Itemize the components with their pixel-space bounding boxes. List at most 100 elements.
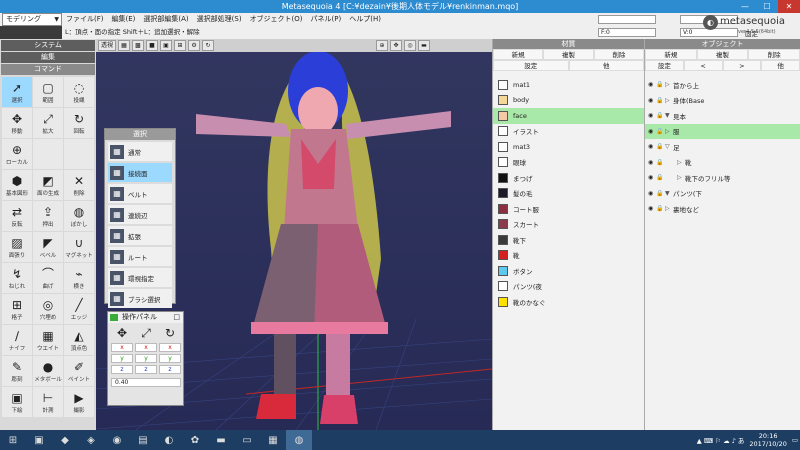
tool-0[interactable]: ➚ 選択 — [2, 77, 32, 107]
notification-icon[interactable]: ▭ — [792, 436, 798, 444]
app-icon-7[interactable]: ▦ — [260, 430, 286, 450]
object-duplicate-button[interactable]: 複製 — [696, 49, 749, 60]
expand-icon[interactable]: ▷ — [677, 174, 685, 181]
material-item[interactable]: mat1 — [493, 77, 644, 93]
expand-icon[interactable]: ▷ — [665, 97, 673, 104]
material-item[interactable]: イラスト — [493, 124, 644, 140]
object-item[interactable]: ◉ 🔒 ▷ 服 — [645, 123, 800, 139]
zoom-icon[interactable]: ⊕ — [376, 40, 389, 51]
tool-23[interactable]: ╱ エッジ — [64, 294, 94, 324]
eye-icon[interactable]: ◉ — [648, 205, 656, 212]
material-item[interactable]: 靴のかなぐ — [493, 294, 644, 310]
close-icon[interactable]: □ — [173, 312, 180, 323]
tool-29[interactable]: ✐ ペイント — [64, 356, 94, 386]
menu-selection-edit[interactable]: 選択部編集(A) — [139, 13, 192, 26]
value-field[interactable]: 0.40 — [111, 378, 181, 387]
lock-icon[interactable]: 🔒 — [656, 174, 665, 181]
explorer-icon[interactable]: ▤ — [130, 430, 156, 450]
tool-9[interactable]: ⬢ 基本図形 — [2, 170, 32, 200]
object-other-button[interactable]: 他 — [761, 60, 800, 71]
tool-25[interactable]: ▦ ウエイト — [33, 325, 63, 355]
object-item[interactable]: ◉ 🔒 ▷ 身体(Base — [645, 93, 800, 109]
tool-31[interactable]: ⊢ 計測 — [33, 387, 63, 417]
select-item[interactable]: ▦ 通常 — [108, 142, 172, 161]
tool-12[interactable]: ⇄ 反転 — [2, 201, 32, 231]
rotate-icon[interactable]: ↻ — [159, 325, 181, 341]
scale-y[interactable]: y — [135, 354, 157, 363]
material-settings-button[interactable]: 設定 — [493, 60, 569, 71]
menu-file[interactable]: ファイル(F) — [62, 13, 108, 26]
object-item[interactable]: ◉ 🔒 ▽ 足 — [645, 139, 800, 155]
wire-icon[interactable]: ▦ — [118, 40, 131, 51]
maximize-button[interactable]: ☐ — [756, 0, 778, 13]
tool-16[interactable]: ◤ ベベル — [33, 232, 63, 262]
object-new-button[interactable]: 新規 — [645, 49, 697, 60]
menu-edit[interactable]: 編集(E) — [108, 13, 140, 26]
expand-icon[interactable]: ▼ — [665, 112, 673, 119]
object-item[interactable]: ◉ 🔒 ▷ 首から上 — [645, 77, 800, 93]
tool-26[interactable]: ◭ 頂点色 — [64, 325, 94, 355]
tool-10[interactable]: ◩ 面の生成 — [33, 170, 63, 200]
select-item[interactable]: ▦ 環視指定 — [108, 268, 172, 287]
gear-icon[interactable]: ⚙ — [188, 40, 201, 51]
select-item[interactable]: ▦ ブラシ選択 — [108, 289, 172, 308]
object-item[interactable]: ◉ 🔒 ▼ 見本 — [645, 108, 800, 124]
eye-icon[interactable]: ◉ — [648, 159, 656, 166]
app-icon-1[interactable]: ▣ — [26, 430, 52, 450]
rotate-y[interactable]: y — [159, 354, 181, 363]
select-item[interactable]: ▦ 接続面 — [108, 163, 172, 182]
object-delete-button[interactable]: 削除 — [748, 49, 800, 60]
lock-icon[interactable]: 🔒 — [656, 190, 665, 197]
app-icon-2[interactable]: ◆ — [52, 430, 78, 450]
tool-13[interactable]: ⇪ 押出 — [33, 201, 63, 231]
rotate-z[interactable]: z — [159, 365, 181, 374]
tool-2[interactable]: ◌ 投縄 — [64, 77, 94, 107]
tool-4[interactable]: ⤢ 拡大 — [33, 108, 63, 138]
expand-icon[interactable]: ▽ — [665, 143, 673, 150]
material-item[interactable]: 髪の毛 — [493, 186, 644, 202]
tool-1[interactable]: ▢ 範囲 — [33, 77, 63, 107]
clock[interactable]: 20:16 2017/10/20 — [749, 432, 786, 448]
scale-x[interactable]: x — [135, 343, 157, 352]
minimize-button[interactable]: — — [734, 0, 756, 13]
material-item[interactable]: スカート — [493, 217, 644, 233]
blender-icon[interactable]: ◉ — [104, 430, 130, 450]
material-item[interactable]: まつげ — [493, 170, 644, 186]
shade-icon[interactable]: ▩ — [132, 40, 145, 51]
tool-22[interactable]: ◎ 穴埋め — [33, 294, 63, 324]
tool-6[interactable]: ⊕ ローカル — [2, 139, 32, 169]
lock-icon[interactable]: 🔒 — [656, 112, 665, 119]
lock-icon[interactable]: 🔒 — [656, 81, 665, 88]
view-mode-button[interactable]: 透視 — [98, 40, 117, 51]
refresh-icon[interactable]: ↻ — [202, 40, 215, 51]
grid-icon[interactable]: ⊞ — [174, 40, 187, 51]
material-other-button[interactable]: 他 — [568, 60, 644, 71]
lock-icon[interactable]: 🔒 — [656, 97, 665, 104]
tool-5[interactable]: ↻ 回転 — [64, 108, 94, 138]
object-item[interactable]: ◉ 🔒 ▷ 靴 — [645, 155, 800, 171]
display-icon[interactable]: ▬ — [418, 40, 431, 51]
menu-object[interactable]: オブジェクト(O) — [246, 13, 307, 26]
expand-icon[interactable]: ▷ — [677, 159, 685, 166]
tool-18[interactable]: ↯ ねじれ — [2, 263, 32, 293]
scale-z[interactable]: z — [135, 365, 157, 374]
expand-icon[interactable]: ▷ — [665, 205, 673, 212]
tool-20[interactable]: ⌁ 横き — [64, 263, 94, 293]
material-duplicate-button[interactable]: 複製 — [543, 49, 594, 60]
eye-icon[interactable]: ◉ — [648, 143, 656, 150]
eye-icon[interactable]: ◉ — [648, 128, 656, 135]
tool-27[interactable]: ✎ 彫刻 — [2, 356, 32, 386]
menu-help[interactable]: ヘルプ(H) — [345, 13, 385, 26]
material-item[interactable]: 靴下 — [493, 232, 644, 248]
pan-icon[interactable]: ✥ — [390, 40, 403, 51]
command-section[interactable]: コマンド — [1, 64, 95, 75]
close-button[interactable]: ✕ — [778, 0, 800, 13]
object-settings-button[interactable]: 設定 — [645, 60, 684, 71]
material-item[interactable]: face — [493, 108, 644, 124]
eye-icon[interactable]: ◉ — [648, 81, 656, 88]
material-item[interactable]: 眼球 — [493, 155, 644, 171]
tray-icons[interactable]: ▲ ⌨ ⚐ ☁ ♪ あ — [697, 435, 745, 445]
scale-icon[interactable]: ⤢ — [135, 325, 157, 341]
eye-icon[interactable]: ◉ — [648, 190, 656, 197]
material-item[interactable]: body — [493, 93, 644, 109]
